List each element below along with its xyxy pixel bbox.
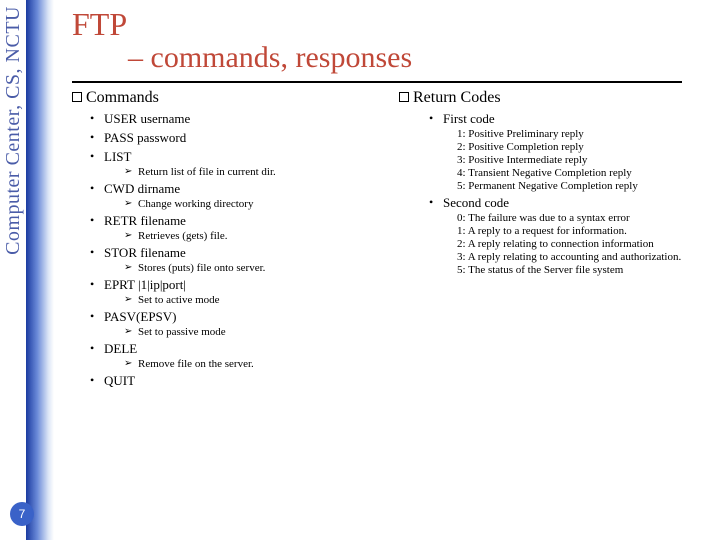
code-item: 5: Permanent Negative Completion reply <box>457 180 712 192</box>
code-item: 3: Positive Intermediate reply <box>457 154 712 166</box>
side-gradient <box>26 0 54 540</box>
return-codes-column: Return Codes First code 1: Positive Prel… <box>399 89 712 392</box>
code-item: 5: The status of the Server file system <box>457 264 712 276</box>
commands-heading-text: Commands <box>86 89 159 106</box>
command-text: LIST <box>104 149 131 164</box>
sub-item: Remove file on the server. <box>124 358 385 370</box>
list-item: Second code 0: The failure was due to a … <box>429 195 712 276</box>
list-item: PASV(EPSV) Set to passive mode <box>90 309 385 338</box>
code-item: 0: The failure was due to a syntax error <box>457 212 712 224</box>
slide-content: FTP – commands, responses Commands USER … <box>72 6 712 534</box>
code-list: 1: Positive Preliminary reply 2: Positiv… <box>443 128 712 192</box>
command-text: EPRT |1|ip|port| <box>104 277 186 292</box>
sub-item: Set to passive mode <box>124 326 385 338</box>
code-item: 1: Positive Preliminary reply <box>457 128 712 140</box>
bullet-square-icon <box>399 92 409 102</box>
command-text: QUIT <box>104 373 135 388</box>
list-item: LIST Return list of file in current dir. <box>90 149 385 178</box>
commands-column: Commands USER username PASS password LIS… <box>72 89 385 392</box>
return-codes-list: First code 1: Positive Preliminary reply… <box>399 111 712 276</box>
divider <box>72 81 682 83</box>
list-item: CWD dirname Change working directory <box>90 181 385 210</box>
code-group-label: Second code <box>443 195 509 210</box>
list-item: QUIT <box>90 373 385 389</box>
page-number: 7 <box>10 502 34 526</box>
list-item: EPRT |1|ip|port| Set to active mode <box>90 277 385 306</box>
code-item: 1: A reply to a request for information. <box>457 225 712 237</box>
command-text: PASS password <box>104 130 186 145</box>
title-main: FTP <box>72 6 712 43</box>
code-item: 2: Positive Completion reply <box>457 141 712 153</box>
list-item: STOR filename Stores (puts) file onto se… <box>90 245 385 274</box>
commands-heading: Commands <box>72 89 385 107</box>
list-item: RETR filename Retrieves (gets) file. <box>90 213 385 242</box>
sub-item: Return list of file in current dir. <box>124 166 385 178</box>
title-sub: – commands, responses <box>128 41 712 75</box>
list-item: USER username <box>90 111 385 127</box>
list-item: DELE Remove file on the server. <box>90 341 385 370</box>
bullet-square-icon <box>72 92 82 102</box>
sub-item: Change working directory <box>124 198 385 210</box>
code-item: 2: A reply relating to connection inform… <box>457 238 712 250</box>
code-group-label: First code <box>443 111 495 126</box>
sub-item: Set to active mode <box>124 294 385 306</box>
code-item: 4: Transient Negative Completion reply <box>457 167 712 179</box>
return-codes-heading-text: Return Codes <box>413 89 501 106</box>
side-label: Computer Center, CS, NCTU <box>2 6 25 255</box>
commands-list: USER username PASS password LIST Return … <box>72 111 385 389</box>
command-text: DELE <box>104 341 137 356</box>
list-item: First code 1: Positive Preliminary reply… <box>429 111 712 192</box>
command-text: STOR filename <box>104 245 186 260</box>
sub-item: Stores (puts) file onto server. <box>124 262 385 274</box>
return-codes-heading: Return Codes <box>399 89 712 107</box>
command-text: PASV(EPSV) <box>104 309 177 324</box>
list-item: PASS password <box>90 130 385 146</box>
sub-item: Retrieves (gets) file. <box>124 230 385 242</box>
code-item: 3: A reply relating to accounting and au… <box>457 251 712 263</box>
code-list: 0: The failure was due to a syntax error… <box>443 212 712 276</box>
command-text: USER username <box>104 111 190 126</box>
command-text: RETR filename <box>104 213 186 228</box>
command-text: CWD dirname <box>104 181 180 196</box>
